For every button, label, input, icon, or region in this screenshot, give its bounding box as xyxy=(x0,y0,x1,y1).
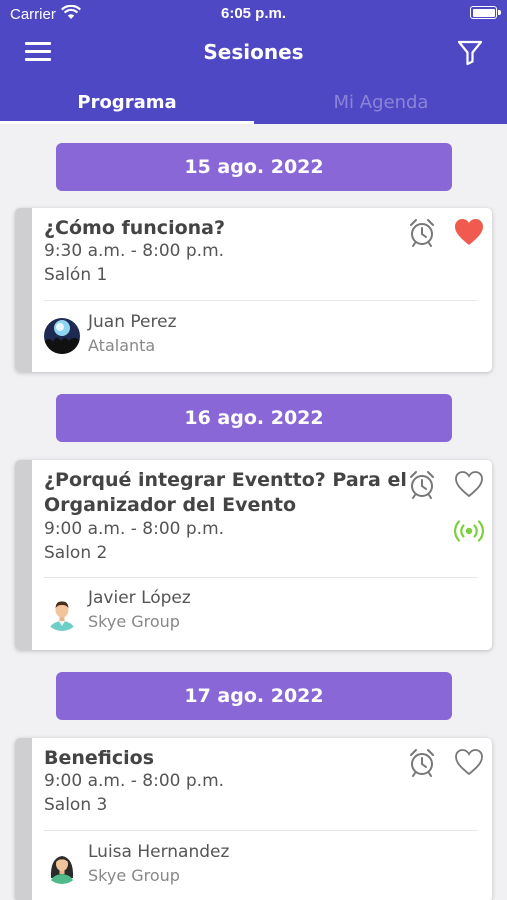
session-title-line: Organizador del Evento xyxy=(44,494,297,516)
speaker-org: Skye Group xyxy=(88,866,180,885)
session-room: Salón 1 xyxy=(44,265,108,285)
session-time: 9:00 a.m. - 8:00 p.m. xyxy=(44,519,225,539)
speaker-name: Javier López xyxy=(88,588,191,608)
card-accent-bar xyxy=(15,460,32,650)
speaker-avatar[interactable] xyxy=(44,848,80,884)
nav-bar: Sesiones xyxy=(0,30,507,74)
speaker-avatar[interactable] xyxy=(44,318,80,354)
favorite-heart-filled-icon[interactable] xyxy=(453,217,485,247)
status-bar: Carrier 6:05 p.m. xyxy=(0,0,507,28)
session-card[interactable]: ¿Cómo funciona? 9:30 a.m. - 8:00 p.m. Sa… xyxy=(15,208,492,372)
card-divider xyxy=(44,577,478,578)
live-broadcast-icon xyxy=(454,520,484,542)
filter-icon[interactable] xyxy=(456,38,484,66)
date-header: 17 ago. 2022 xyxy=(56,672,452,720)
speaker-avatar[interactable] xyxy=(44,595,80,631)
speaker-name: Luisa Hernandez xyxy=(88,842,230,862)
alarm-clock-icon[interactable] xyxy=(408,217,436,247)
session-card[interactable]: ¿Porqué integrar Eventto? Para el Organi… xyxy=(15,460,492,650)
speaker-org: Atalanta xyxy=(88,336,156,355)
session-title-line: Beneficios xyxy=(44,747,155,769)
page-title: Sesiones xyxy=(203,40,304,64)
tab-mi-agenda[interactable]: Mi Agenda xyxy=(254,80,507,124)
speaker-name: Juan Perez xyxy=(88,312,177,332)
session-title: ¿Cómo funciona? xyxy=(44,216,225,241)
battery-icon xyxy=(470,6,501,19)
tab-programa-label: Programa xyxy=(77,92,177,113)
session-title-line: ¿Cómo funciona? xyxy=(44,217,226,239)
card-accent-bar xyxy=(15,208,32,372)
session-room: Salon 2 xyxy=(44,543,108,563)
session-time: 9:00 a.m. - 8:00 p.m. xyxy=(44,771,225,791)
tab-mi-agenda-label: Mi Agenda xyxy=(333,92,429,113)
alarm-clock-icon[interactable] xyxy=(408,469,436,499)
card-divider xyxy=(44,830,478,831)
date-header: 16 ago. 2022 xyxy=(56,394,452,442)
favorite-heart-outline-icon[interactable] xyxy=(453,469,485,499)
session-title: Beneficios xyxy=(44,746,154,771)
active-tab-indicator xyxy=(0,121,254,124)
app-header: Carrier 6:05 p.m. Sesiones Programa Mi A… xyxy=(0,0,507,124)
date-header: 15 ago. 2022 xyxy=(56,143,452,191)
tab-programa[interactable]: Programa xyxy=(0,80,254,124)
session-room: Salon 3 xyxy=(44,795,108,815)
tab-bar: Programa Mi Agenda xyxy=(0,80,507,124)
session-card[interactable]: Beneficios 9:00 a.m. - 8:00 p.m. Salon 3… xyxy=(15,738,492,900)
session-time: 9:30 a.m. - 8:00 p.m. xyxy=(44,241,225,261)
card-divider xyxy=(44,300,478,301)
card-accent-bar xyxy=(15,738,32,900)
speaker-org: Skye Group xyxy=(88,612,180,631)
alarm-clock-icon[interactable] xyxy=(408,747,436,777)
session-title: ¿Porqué integrar Eventto? Para el Organi… xyxy=(44,468,407,518)
session-title-line: ¿Porqué integrar Eventto? Para el xyxy=(44,469,407,491)
clock: 6:05 p.m. xyxy=(220,5,287,22)
favorite-heart-outline-icon[interactable] xyxy=(453,747,485,777)
